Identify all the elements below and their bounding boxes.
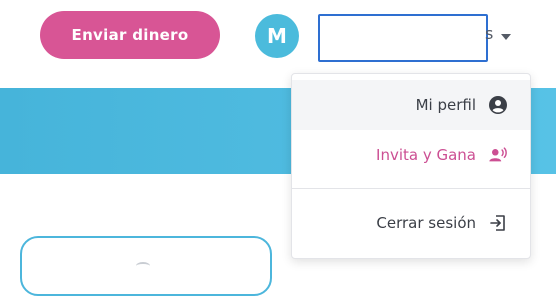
menu-item-invite[interactable]: Invita y Gana <box>292 130 530 180</box>
logout-icon <box>488 213 508 233</box>
menu-item-logout-label: Cerrar sesión <box>376 214 476 232</box>
send-money-button[interactable]: Enviar dinero <box>40 11 220 59</box>
account-name-tail: s <box>485 24 494 43</box>
avatar[interactable]: M <box>255 14 299 58</box>
menu-item-profile[interactable]: Mi perfil <box>292 80 530 130</box>
user-circle-icon <box>488 95 508 115</box>
menu-divider <box>292 188 530 189</box>
menu-item-logout[interactable]: Cerrar sesión <box>292 198 530 248</box>
account-name-field[interactable] <box>318 14 488 62</box>
avatar-initial: M <box>267 24 287 48</box>
menu-item-profile-label: Mi perfil <box>415 96 476 114</box>
menu-item-invite-label: Invita y Gana <box>376 146 476 164</box>
chevron-down-icon[interactable] <box>501 34 511 40</box>
invite-user-icon <box>488 145 508 165</box>
user-dropdown-menu: Mi perfil Invita y Gana Cerrar sesión <box>291 73 531 259</box>
